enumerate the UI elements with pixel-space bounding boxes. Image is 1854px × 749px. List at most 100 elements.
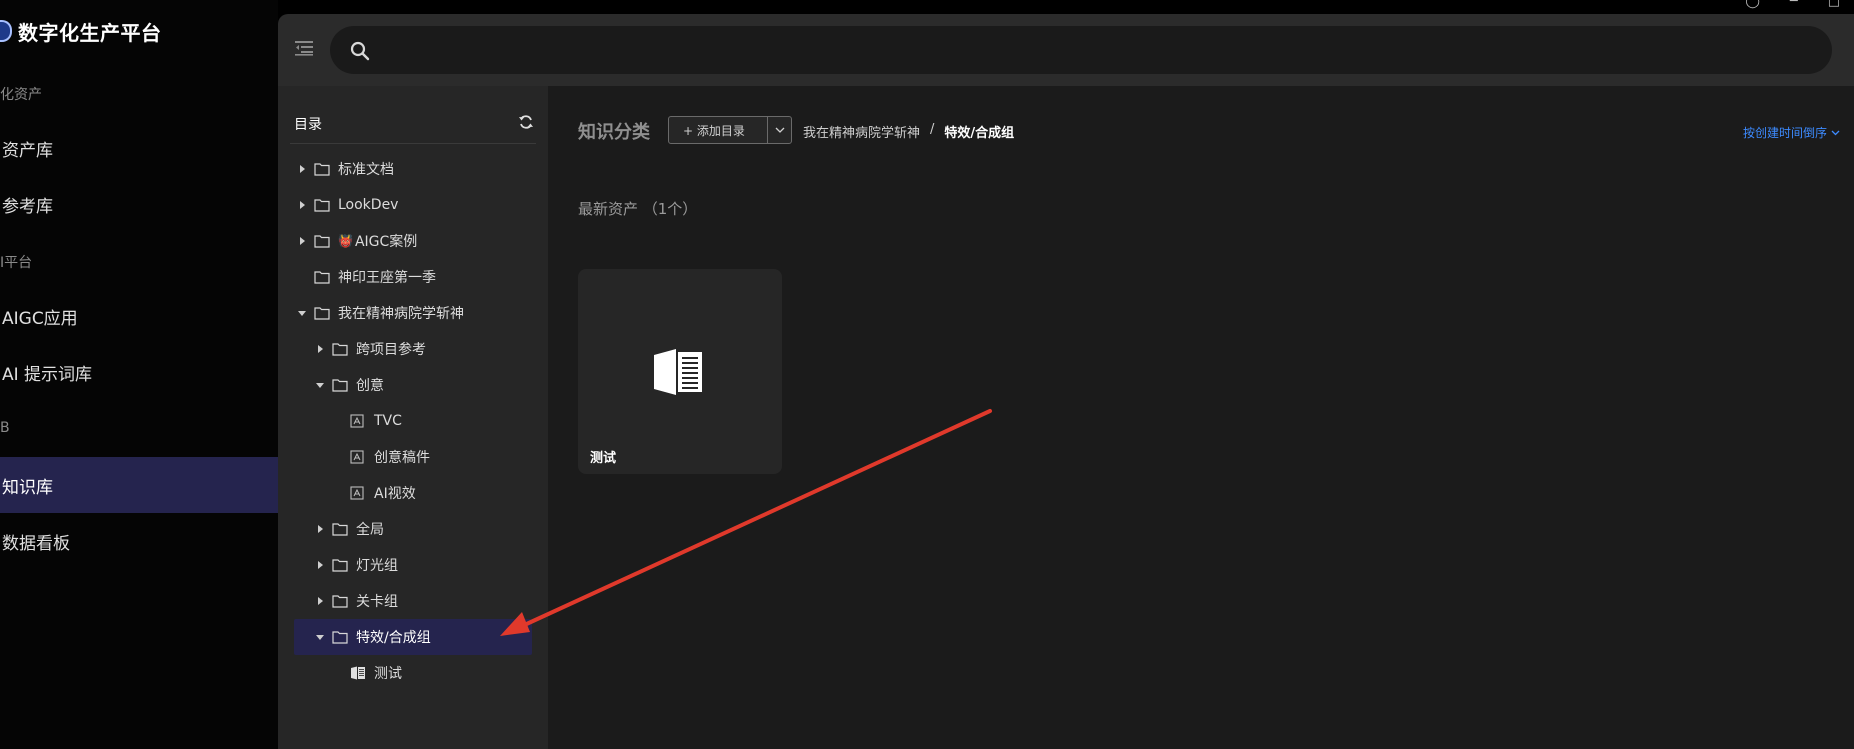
nav-item-label: 知识库 [2,477,53,498]
caret-right-icon[interactable] [296,163,308,175]
tree-row-label: TVC [374,413,402,429]
top-bar [278,14,1854,86]
caret-down-icon[interactable] [314,379,326,391]
tree-row-label: 创意 [356,378,384,394]
nav-item-aigc-apps[interactable]: AIGC应用 [0,288,278,344]
window-strip: ◯ ─ □ [278,0,1854,14]
tree-row-label: 标准文档 [338,162,394,178]
book-icon [654,349,702,395]
help-icon[interactable]: ◯ [1745,0,1760,9]
nav-group-other: B [0,420,10,436]
tree-row-label: 神印王座第一季 [338,270,436,286]
sort-dropdown[interactable]: 按创建时间倒序 [1743,124,1840,141]
breadcrumb-separator: / [930,122,935,137]
folder-icon [332,379,348,392]
nav-item-knowledge-base[interactable]: 知识库 [0,457,278,513]
page-title: 知识分类 [578,122,650,143]
nav-item-label: 数据看板 [2,533,70,554]
tree-row-label: 测试 [374,666,402,682]
refresh-icon[interactable] [518,114,534,130]
nav-item-reference-library[interactable]: 参考库 [0,176,278,232]
caret-right-icon[interactable] [314,523,326,535]
main-content: 知识分类 + 添加目录 我在精神病院学斩神 / 特效/合成组 按创建时间倒序 最… [548,86,1854,749]
tree-row[interactable]: 全局 [294,511,532,547]
folder-icon [332,631,348,644]
tree-row[interactable]: 灯光组 [294,547,532,583]
tree-row[interactable]: 跨项目参考 [294,331,532,367]
nav-item-ai-prompts[interactable]: AI 提示词库 [0,344,278,400]
tree-row[interactable]: 👹 AIGC案例 [294,223,532,259]
nav-item-label: 资产库 [2,140,53,161]
directory-header: 目录 [290,110,536,144]
tree-row[interactable]: 关卡组 [294,583,532,619]
tree-row-label: AI视效 [374,486,416,502]
caret-down-icon[interactable] [314,631,326,643]
tree-row-label: 特效/合成组 [356,630,431,646]
tree-row-label: LookDev [338,197,399,213]
add-directory-button[interactable]: + 添加目录 [668,116,792,144]
tree-row-label: 全局 [356,522,384,538]
breadcrumb: 我在精神病院学斩神 / 特效/合成组 [803,122,1014,141]
tree-row[interactable]: LookDev [294,187,532,223]
folder-icon [314,199,330,212]
caret-down-icon[interactable] [296,307,308,319]
tree-row-label: 关卡组 [356,594,398,610]
maximize-icon[interactable]: □ [1828,0,1840,9]
chevron-down-icon[interactable] [767,117,791,143]
directory-title: 目录 [294,117,322,133]
tree-row-label: 我在精神病院学斩神 [338,306,464,322]
breadcrumb-current: 特效/合成组 [944,126,1015,141]
nav-item-label: AI 提示词库 [2,364,93,385]
folder-icon [314,235,330,248]
sort-label: 按创建时间倒序 [1742,126,1827,140]
tree-row[interactable]: 测试 [294,655,532,691]
asset-card[interactable]: 测试 [578,269,782,474]
nav-item-label: 参考库 [2,196,53,217]
nav-item-label: AIGC应用 [2,308,78,329]
mask-icon: 👹 [338,234,353,248]
tree-row[interactable]: 神印王座第一季 [294,259,532,295]
caret-right-icon[interactable] [296,235,308,247]
caret-right-icon[interactable] [314,559,326,571]
book-icon [351,666,365,680]
tree-row[interactable]: TVC [294,403,532,439]
menu-collapse-icon[interactable] [295,40,313,56]
document-icon [350,414,364,428]
document-icon [350,450,364,464]
folder-icon [332,559,348,572]
tree-row[interactable]: 标准文档 [294,151,532,187]
document-icon [350,486,364,500]
caret-right-icon[interactable] [314,595,326,607]
tree-row[interactable]: 我在精神病院学斩神 [294,295,532,331]
folder-icon [314,163,330,176]
tree-row-label: AIGC案例 [354,234,418,250]
tree-row[interactable]: 创意稿件 [294,439,532,475]
nav-item-asset-library[interactable]: 资产库 [0,120,278,176]
search-icon [350,41,370,61]
tree-row-label: 跨项目参考 [356,342,426,358]
brand: 数字化生产平台 [0,14,162,48]
search-bar [330,26,1832,74]
tree-row[interactable]: 创意 [294,367,532,403]
tree-row[interactable]: 特效/合成组 [294,619,532,655]
add-directory-label: + 添加目录 [683,123,745,138]
folder-icon [332,595,348,608]
folder-icon [314,307,330,320]
caret-right-icon[interactable] [296,199,308,211]
brand-logo [0,20,12,42]
minimize-icon[interactable]: ─ [1790,0,1798,9]
tree-row-label: 创意稿件 [374,450,430,466]
window-controls: ◯ ─ □ [1745,0,1840,9]
caret-right-icon[interactable] [314,343,326,355]
search-input[interactable] [376,26,1816,74]
tree-row[interactable]: AI视效 [294,475,532,511]
nav-item-dashboard[interactable]: 数据看板 [0,513,278,569]
tree-row-label: 灯光组 [356,558,398,574]
folder-icon [332,343,348,356]
folder-icon [332,523,348,536]
asset-card-title: 测试 [590,451,617,466]
breadcrumb-item[interactable]: 我在精神病院学斩神 [803,122,920,141]
folder-icon [314,271,330,284]
directory-panel: 目录 标准文档 LookDev 👹 AIGC案例神印王座第一季我在精神病院学斩神跨项目… [278,86,548,749]
nav-group-ai: I平台 [0,255,33,271]
